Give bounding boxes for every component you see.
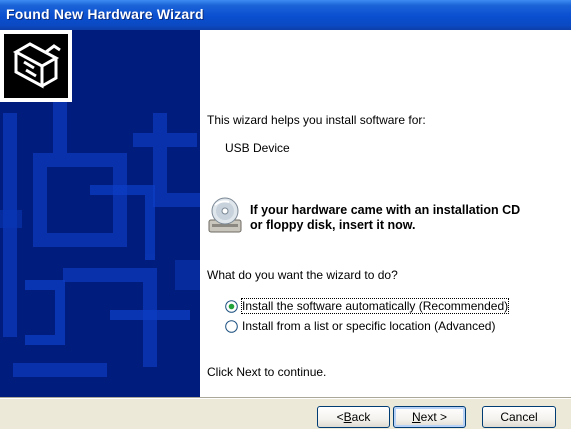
radio-install-from-list[interactable] (225, 320, 238, 333)
back-button-label: ack (351, 410, 371, 424)
title-bar[interactable]: Found New Hardware Wizard (0, 0, 571, 30)
option-install-automatically-label[interactable]: Install the software automatically (Reco… (240, 298, 510, 314)
device-name: USB Device (225, 141, 290, 155)
next-button-accel: N (411, 410, 421, 424)
wizard-body: This wizard helps you install software f… (0, 30, 571, 398)
back-button-prefix: < (336, 410, 344, 424)
question-text: What do you want the wizard to do? (207, 268, 398, 282)
cd-icon (208, 197, 242, 233)
back-button-accel: B (343, 410, 352, 424)
continue-hint: Click Next to continue. (207, 365, 327, 379)
next-button-label: ext > (420, 410, 448, 424)
option-install-from-list-label[interactable]: Install from a list or specific location… (242, 319, 495, 333)
side-panel (0, 30, 200, 398)
next-button[interactable]: Next > (393, 406, 466, 428)
intro-text: This wizard helps you install software f… (207, 113, 426, 127)
cancel-button[interactable]: Cancel (482, 406, 556, 428)
back-button[interactable]: < Back (317, 406, 390, 428)
window-title: Found New Hardware Wizard (6, 6, 204, 22)
cd-prompt-line2: or floppy disk, insert it now. (250, 218, 416, 232)
hardware-icon (0, 30, 72, 102)
radio-install-automatically[interactable] (225, 300, 238, 313)
cd-prompt-line1: If your hardware came with an installati… (250, 203, 521, 217)
